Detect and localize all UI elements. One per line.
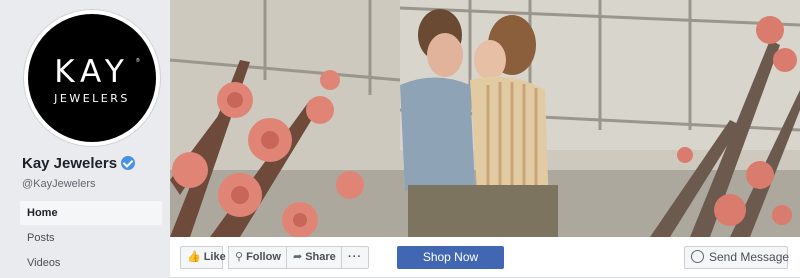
shop-now-button[interactable]: Shop Now [397, 246, 504, 269]
thumbs-up-icon: 👍 [187, 251, 201, 263]
more-button[interactable]: ··· [341, 246, 369, 269]
share-label: Share [305, 251, 336, 263]
send-message-button[interactable]: Send Message [684, 246, 790, 269]
page-sidebar: KAY ® JEWELERS Kay Jewelers @KayJewelers… [0, 0, 170, 278]
page-name[interactable]: Kay Jewelers [22, 155, 136, 172]
nav-item-posts[interactable]: Posts [20, 226, 162, 250]
share-button[interactable]: ➦ Share [286, 246, 343, 269]
nav-item-videos[interactable]: Videos [20, 251, 162, 275]
verified-badge-icon [121, 156, 136, 170]
profile-avatar[interactable]: KAY ® JEWELERS [24, 10, 160, 146]
like-label: Like [203, 251, 226, 263]
logo-jewelers-text: JEWELERS [54, 92, 130, 105]
cover-photo[interactable] [170, 0, 800, 237]
page-nav: Home Posts Videos [20, 201, 162, 276]
follow-button[interactable]: ⚲ Follow [228, 246, 291, 269]
share-arrow-icon: ➦ [293, 251, 303, 263]
rss-icon: ⚲ [235, 251, 244, 263]
messenger-icon [691, 250, 704, 263]
like-button[interactable]: 👍 Like [180, 246, 226, 269]
nav-item-home[interactable]: Home [20, 201, 162, 225]
page-name-text: Kay Jewelers [22, 155, 118, 172]
logo-registered-mark: ® [136, 58, 140, 64]
page-handle[interactable]: @KayJewelers [22, 178, 96, 190]
send-message-label: Send Message [709, 250, 790, 264]
follow-label: Follow [246, 251, 281, 263]
cover-photo-illustration [170, 0, 800, 237]
